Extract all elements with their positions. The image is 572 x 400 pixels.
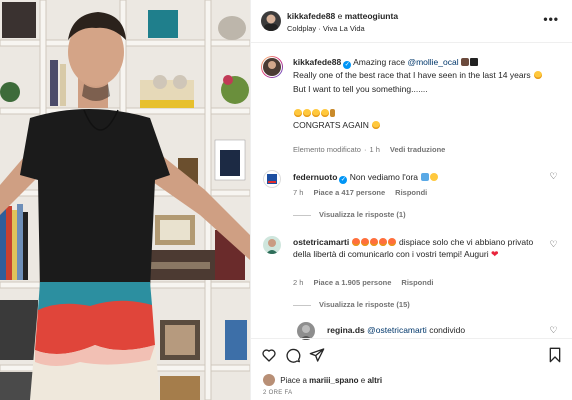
heart-eyes-emoji-icon xyxy=(379,238,388,246)
post-authors: kikkafede88 e matteogiunta xyxy=(287,11,398,21)
caption-username[interactable]: kikkafede88 xyxy=(293,57,341,67)
comment1-meta: 7 h Piace a 417 persone Rispondi xyxy=(293,188,437,197)
people-emoji-icon xyxy=(461,58,470,66)
likes-prefix: Piace a xyxy=(280,376,307,385)
laugh-emoji-icon xyxy=(293,109,302,117)
song-title: Viva La Vida xyxy=(322,24,365,33)
likes-others[interactable]: altri xyxy=(367,376,382,385)
comment1-reply-button[interactable]: Rispondi xyxy=(395,188,427,197)
laugh-emoji-icon xyxy=(320,109,329,117)
comment1-text: Non vediamo l'ora xyxy=(349,172,419,182)
post-header: kikkafede88 e matteogiunta Coldplay · Vi… xyxy=(251,0,572,43)
comment2-time: 2 h xyxy=(293,278,304,287)
authors-conjunction: e xyxy=(337,11,343,21)
audio-label[interactable]: Coldplay · Viva La Vida xyxy=(287,24,365,33)
see-translation-link[interactable]: Vedi traduzione xyxy=(390,145,445,154)
comment-icon[interactable] xyxy=(285,347,301,363)
comment2: ostetricamarti dispiace solo che vi abbi… xyxy=(293,236,548,260)
caption-avatar[interactable] xyxy=(261,56,283,78)
caption-line2: Really one of the best race that I have … xyxy=(293,69,563,81)
comment2-text-part1: dispiace solo che vi abbiano xyxy=(398,237,506,247)
likes-summary: Piace a mariii_spano e altri xyxy=(263,374,382,386)
swimmer-emoji-icon xyxy=(420,173,429,181)
comment2-avatar[interactable] xyxy=(263,236,281,254)
verified-badge-icon: ✓ xyxy=(343,61,352,69)
action-bar xyxy=(251,338,572,369)
grin-emoji-icon xyxy=(371,121,380,129)
laugh-emoji-icon xyxy=(302,109,311,117)
comment1-likes[interactable]: Piace a 417 persone xyxy=(313,188,385,197)
comment2-reply-button[interactable]: Rispondi xyxy=(401,278,433,287)
comment2-likes[interactable]: Piace a 1.905 persone xyxy=(313,278,391,287)
likes-user[interactable]: mariii_spano xyxy=(309,376,358,385)
tophat-emoji-icon xyxy=(470,58,479,66)
liker-avatar[interactable] xyxy=(263,374,275,386)
reply-username[interactable]: regina.ds xyxy=(327,325,365,335)
comment2-like-heart-icon[interactable]: ♡ xyxy=(549,240,558,249)
grin-emoji-icon xyxy=(533,71,542,79)
red-heart-emoji-icon: ❤ xyxy=(490,249,499,259)
caption-edited: Elemento modificato xyxy=(293,145,361,154)
caption-time: 1 h xyxy=(369,145,380,154)
caption-emoji-row xyxy=(293,107,563,119)
caption-meta: Elemento modificato · 1 h Vedi traduzione xyxy=(293,145,446,154)
comment1: federnuoto ✓ Non vediamo l'ora xyxy=(293,171,548,184)
comment1-time: 7 h xyxy=(293,188,304,197)
post-media[interactable] xyxy=(0,0,250,400)
bottle-emoji-icon xyxy=(329,109,335,117)
more-icon[interactable]: ••• xyxy=(543,12,559,26)
comment1-username[interactable]: federnuoto xyxy=(293,172,337,182)
post-date: 2 ORE FA xyxy=(263,390,293,396)
caption: kikkafede88 ✓ Amazing race @mollie_ocal R… xyxy=(293,56,563,131)
post-panel: kikkafede88 e matteogiunta Coldplay · Vi… xyxy=(250,0,572,400)
comment2-view-replies[interactable]: Visualizza le risposte (15) xyxy=(293,300,410,309)
heart-eyes-emoji-icon xyxy=(352,238,361,246)
song-artist: Coldplay xyxy=(287,24,317,33)
verified-badge-icon: ✓ xyxy=(339,176,348,184)
coauthor-username[interactable]: matteogiunta xyxy=(345,11,398,21)
comment1-avatar[interactable] xyxy=(263,170,281,188)
song-separator: · xyxy=(318,24,321,33)
heart-eyes-emoji-icon xyxy=(361,238,370,246)
heart-eyes-emoji-icon xyxy=(370,238,379,246)
caption-line5: CONGRATS AGAIN xyxy=(293,119,563,131)
author-avatar[interactable] xyxy=(261,11,281,31)
bookmark-icon[interactable] xyxy=(547,347,563,363)
reply-like-heart-icon[interactable]: ♡ xyxy=(549,326,558,335)
heart-eyes-emoji-icon xyxy=(388,238,397,246)
heart-eyes-emoji-icon xyxy=(429,173,438,181)
media-illustration xyxy=(0,0,250,400)
comment1-view-replies[interactable]: Visualizza le risposte (1) xyxy=(293,210,406,219)
caption-line3: But I want to tell you something....... xyxy=(293,84,428,94)
caption-mention[interactable]: @mollie_ocal xyxy=(407,57,458,67)
instagram-post: kikkafede88 e matteogiunta Coldplay · Vi… xyxy=(0,0,572,400)
share-icon[interactable] xyxy=(309,347,325,363)
likes-conj: e xyxy=(360,376,366,385)
author-username[interactable]: kikkafede88 xyxy=(287,11,335,21)
comment2-meta: 2 h Piace a 1.905 persone Rispondi xyxy=(293,278,444,287)
caption-line1-text: Amazing race xyxy=(353,57,406,67)
reply-comment: regina.ds @ostetricamarti condivido xyxy=(327,324,547,336)
heart-icon[interactable] xyxy=(261,347,277,363)
laugh-emoji-icon xyxy=(311,109,320,117)
reply-mention[interactable]: @ostetricamarti xyxy=(367,325,427,335)
reply-text: condivido xyxy=(429,325,466,335)
comment1-like-heart-icon[interactable]: ♡ xyxy=(549,172,558,181)
comment2-username[interactable]: ostetricamarti xyxy=(293,237,349,247)
